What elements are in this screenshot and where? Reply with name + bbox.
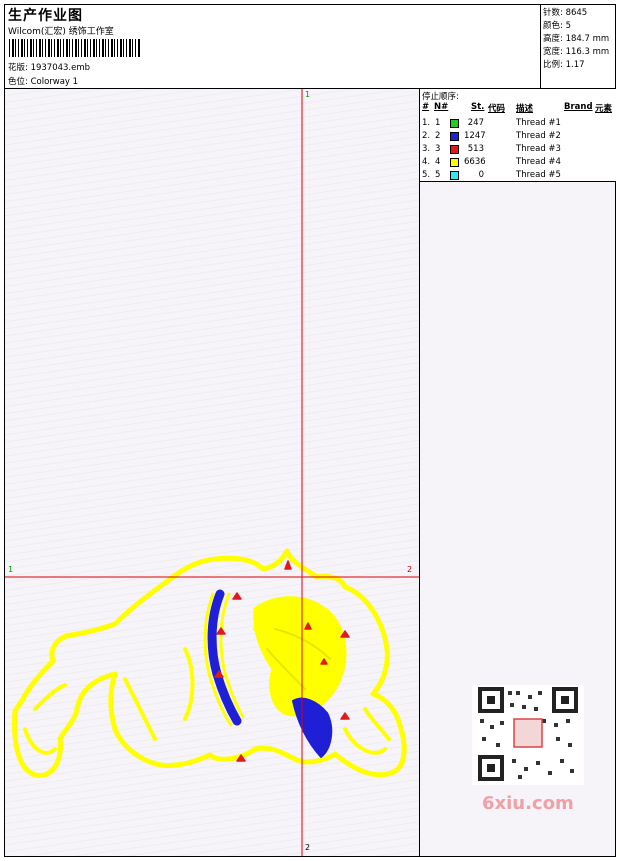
design-file-row: 花版: 1937043.emb bbox=[8, 61, 90, 73]
colorway-label: 色位: bbox=[8, 77, 28, 87]
watermark-text: 6xiu.com bbox=[482, 793, 574, 814]
design-preview: 1 2 1 2 bbox=[5, 89, 419, 856]
colorway-value: Colorway 1 bbox=[30, 77, 79, 87]
qr-code bbox=[472, 685, 584, 785]
col-desc: 描述 bbox=[516, 104, 534, 114]
axis-label-left: 1 bbox=[8, 565, 14, 574]
axis-label-top: 1 bbox=[305, 90, 311, 99]
col-element: 元素 bbox=[595, 104, 613, 114]
color-swatch bbox=[450, 119, 459, 128]
design-label: 花版: bbox=[8, 63, 28, 73]
stat-height: 高度: 184.7 mm bbox=[543, 34, 610, 44]
stats-panel: 针数: 8645 颜色: 5 高度: 184.7 mm 宽度: 116.3 mm… bbox=[541, 5, 615, 89]
color-swatch bbox=[450, 132, 459, 141]
design-svg bbox=[5, 89, 419, 856]
header-info: 生产作业图 Wilcom(汇宏) 绣饰工作室 花版: 1937043.emb 色… bbox=[5, 5, 541, 89]
axis-label-right: 2 bbox=[407, 565, 413, 574]
stop-sequence-panel: 停止顺序: # N# St. 代码 描述 Brand 元素 1. 1 247 Th… bbox=[419, 89, 616, 856]
table-row: 5. 5 0 Thread #5 bbox=[422, 170, 561, 180]
stat-colors: 颜色: 5 bbox=[543, 21, 571, 31]
axis-label-bottom: 2 bbox=[305, 843, 311, 852]
col-num: # bbox=[422, 102, 430, 112]
color-swatch bbox=[450, 145, 459, 154]
table-row: 2. 2 1247 Thread #2 bbox=[422, 131, 561, 141]
barcode bbox=[9, 39, 141, 57]
page-title: 生产作业图 bbox=[8, 8, 83, 24]
color-swatch bbox=[450, 158, 459, 167]
stat-width: 宽度: 116.3 mm bbox=[543, 47, 610, 57]
red-stamp-logo bbox=[513, 718, 543, 748]
company-name: Wilcom(汇宏) 绣饰工作室 bbox=[8, 27, 114, 37]
stat-scale: 比例: 1.17 bbox=[543, 60, 585, 70]
col-n: N# bbox=[434, 102, 449, 112]
design-value: 1937043.emb bbox=[30, 63, 91, 73]
table-row: 3. 3 513 Thread #3 bbox=[422, 144, 561, 154]
col-stitches: St. bbox=[471, 102, 485, 112]
colorway-row: 色位: Colorway 1 bbox=[8, 75, 78, 87]
production-worksheet: 生产作业图 Wilcom(汇宏) 绣饰工作室 花版: 1937043.emb 色… bbox=[4, 4, 616, 857]
color-swatch bbox=[450, 171, 459, 180]
stop-sequence-table: 停止顺序: # N# St. 代码 描述 Brand 元素 1. 1 247 Th… bbox=[420, 89, 616, 182]
bulldog-embroidery bbox=[12, 548, 407, 778]
face-fill bbox=[253, 596, 347, 717]
table-row: 4. 4 6636 Thread #4 bbox=[422, 157, 561, 167]
col-brand: Brand bbox=[564, 102, 593, 112]
stat-stitches: 针数: 8645 bbox=[543, 8, 588, 18]
mouth-blue bbox=[292, 697, 333, 758]
table-row: 1. 1 247 Thread #1 bbox=[422, 118, 561, 128]
col-code: 代码 bbox=[488, 104, 506, 114]
stop-sequence-title: 停止顺序: bbox=[422, 92, 459, 102]
